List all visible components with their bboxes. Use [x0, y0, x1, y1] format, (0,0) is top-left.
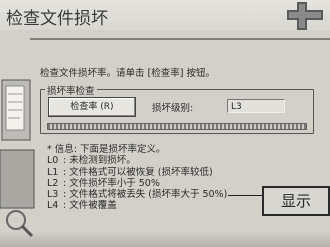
level-code: L0 — [47, 155, 59, 167]
level-code: L4 — [47, 200, 59, 212]
info-section: * 信息: 下面是损坏率定义。 L0 : 未检测到损坏。 L1 : 文件格式可以被恢… — [47, 144, 227, 212]
window-title: 检查文件损坏 — [6, 9, 108, 29]
check-progress-bar — [47, 123, 307, 130]
damage-level-field: L3 — [227, 99, 285, 113]
scanner-illustration-icon — [0, 79, 35, 238]
level-desc: : 文件格式可以被恢复 (损坏率较低) — [63, 166, 213, 178]
display-callout: 显示 — [262, 186, 330, 216]
instruction-text: 检查文件损坏率。请单击 [检查率] 按钮。 — [40, 68, 215, 79]
level-desc: : 未检测到损坏。 — [63, 155, 136, 167]
group-title: 损坏率检查 — [45, 83, 97, 97]
info-item-l1: L1 : 文件格式可以被恢复 (损坏率较低) — [47, 167, 227, 178]
level-desc: : 文件被覆盖 — [63, 200, 117, 212]
info-item-l4: L4 : 文件被覆盖 — [47, 200, 227, 211]
level-code: L2 — [47, 177, 59, 189]
level-desc: : 文件损坏率小于 50% — [63, 177, 160, 189]
title-bar: 检查文件损坏 — [0, 0, 330, 30]
damage-check-group: 损坏率检查 检查率 (R) 损坏级别: L3 — [40, 83, 314, 134]
level-code: L3 — [47, 189, 59, 201]
dialog-logo-icon — [287, 2, 323, 30]
level-code: L1 — [47, 166, 59, 178]
check-rate-button[interactable]: 检查率 (R) — [48, 97, 136, 117]
info-item-l2: L2 : 文件损坏率小于 50% — [47, 178, 227, 189]
info-header: * 信息: 下面是损坏率定义。 — [47, 144, 166, 155]
level-desc: : 文件格式将被丢失 (损坏率大于 50%) — [63, 189, 228, 201]
damage-level-label: 损坏级别: — [152, 103, 194, 114]
bottom-shadow — [0, 232, 330, 247]
info-item-l0: L0 : 未检测到损坏。 — [47, 155, 227, 166]
info-item-l3: L3 : 文件格式将被丢失 (损坏率大于 50%) — [47, 189, 227, 200]
title-divider — [30, 38, 330, 40]
